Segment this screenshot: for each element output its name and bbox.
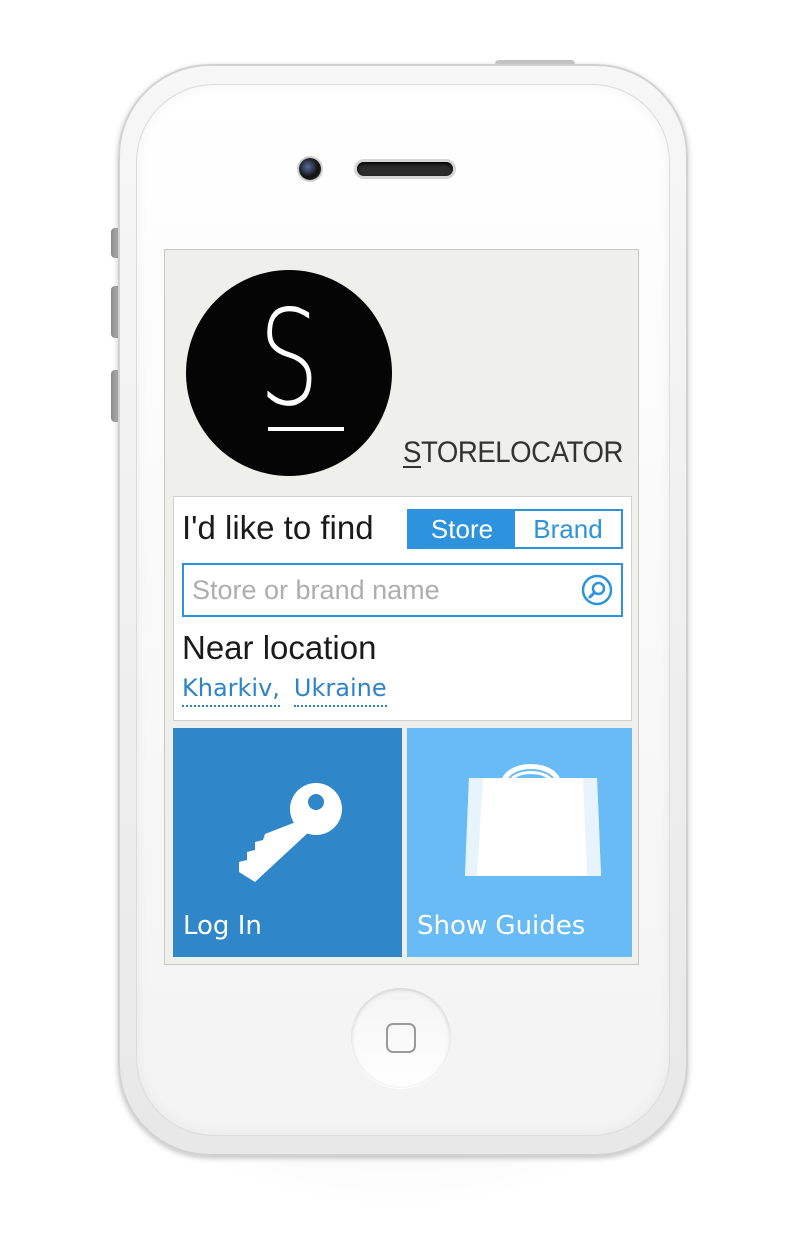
country-link[interactable]: Ukraine (293, 673, 387, 707)
location-row: Kharkiv, Ukraine (182, 673, 387, 707)
logo-underline (268, 427, 344, 431)
show-guides-tile[interactable]: Show Guides (407, 728, 632, 957)
home-square-icon (386, 1023, 416, 1053)
brand-rest: TORELOCATOR (420, 436, 623, 469)
login-tile[interactable]: Log In (173, 728, 402, 957)
login-label: Log In (183, 911, 262, 941)
city-link[interactable]: Kharkiv, (182, 673, 280, 707)
search-box (182, 563, 623, 617)
near-location-label: Near location (182, 629, 377, 666)
home-button[interactable] (351, 988, 451, 1088)
logo-letter: S (258, 282, 320, 436)
brand-first-letter: S (403, 436, 421, 469)
app-screen: S STORELOCATOR I'd like to find Store Br… (164, 249, 639, 965)
search-card: I'd like to find Store Brand Near locati… (173, 496, 632, 721)
key-icon (239, 783, 342, 882)
toggle-store[interactable]: Store (409, 511, 515, 547)
earpiece-speaker (357, 162, 453, 176)
store-brand-toggle: Store Brand (407, 509, 623, 549)
toggle-brand[interactable]: Brand (515, 511, 621, 547)
brand-name: STORELOCATOR (403, 436, 623, 470)
find-label: I'd like to find (182, 509, 374, 546)
front-camera (299, 158, 321, 180)
search-input[interactable] (184, 565, 574, 615)
app-logo: S (186, 270, 392, 476)
show-guides-label: Show Guides (417, 911, 586, 941)
shopping-bag-icon (465, 764, 601, 876)
search-icon[interactable] (581, 574, 613, 606)
